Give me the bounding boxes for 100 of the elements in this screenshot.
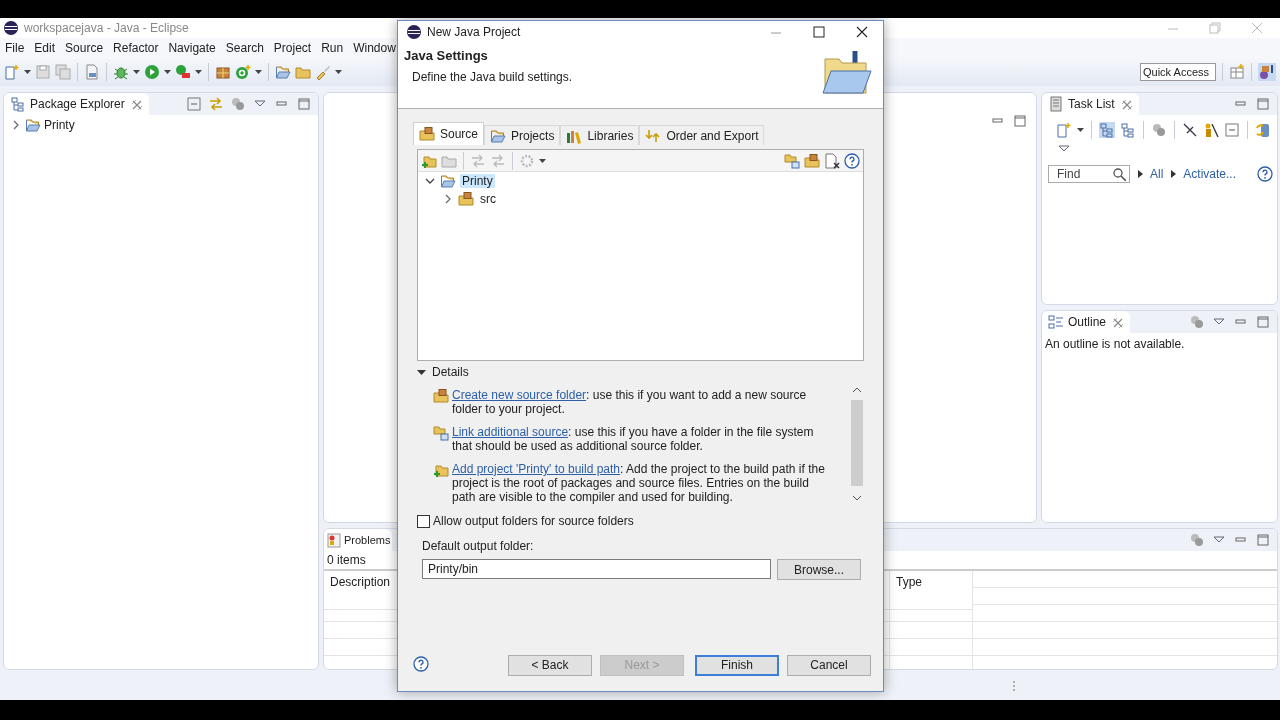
bug-icon[interactable]: [113, 64, 129, 80]
binary-file-icon[interactable]: [84, 64, 100, 80]
folder-icon: [440, 173, 456, 189]
close-icon[interactable]: [855, 25, 869, 39]
search-icon[interactable]: [1112, 167, 1126, 181]
folder-icon: [490, 127, 507, 144]
collapse-all-icon[interactable]: [1224, 122, 1240, 138]
tab[interactable]: Source: [413, 122, 485, 145]
browse-button[interactable]: Browse...: [777, 559, 861, 580]
dialog-button[interactable]: Finish: [695, 654, 779, 676]
details-paragraph: Create new source folder: use this if you want to add a new source folder to your project.: [452, 388, 808, 416]
sync-icon[interactable]: [1255, 122, 1271, 138]
tree-icon[interactable]: [1120, 122, 1136, 138]
collapse-all-icon[interactable]: [186, 96, 202, 112]
package-folder-icon: [458, 191, 474, 207]
filter-icon[interactable]: [230, 96, 246, 112]
tree-item[interactable]: Printy: [460, 174, 495, 188]
link-icon[interactable]: [208, 96, 224, 112]
window-title: workspacejava - Java - Eclipse: [24, 21, 189, 35]
details-paragraph: Link additional source: use this if you have a folder in the file system that should be used as additional source folder.: [452, 425, 815, 453]
arrows-icon: [645, 127, 662, 144]
cross-icon[interactable]: [1182, 122, 1198, 138]
maximize-icon[interactable]: [812, 25, 826, 39]
dialog-button[interactable]: Cancel: [787, 654, 871, 676]
quick-access-field[interactable]: Quick Access: [1140, 63, 1216, 81]
caret-icon[interactable]: [1077, 126, 1084, 134]
help-icon[interactable]: [413, 656, 431, 674]
caret-icon[interactable]: [164, 68, 171, 76]
caret-icon[interactable]: [133, 68, 140, 76]
link[interactable]: Add project 'Printy' to build path: [452, 462, 620, 476]
triangle-icon: [1136, 169, 1144, 179]
menu-item[interactable]: Search: [220, 41, 269, 55]
menu-item[interactable]: Navigate: [163, 41, 221, 55]
dialog-title: New Java Project: [427, 25, 521, 39]
tree-icon[interactable]: [1099, 122, 1115, 138]
caret-icon[interactable]: [539, 156, 546, 165]
field-label: Default output folder:: [422, 539, 535, 553]
folder-icon[interactable]: [275, 64, 291, 80]
maximize-icon[interactable]: [296, 96, 312, 112]
maximize-icon[interactable]: [1255, 314, 1271, 330]
folder-icon: [25, 117, 41, 133]
menu-item[interactable]: Project: [268, 41, 317, 55]
folder-icon: [433, 388, 449, 404]
help-icon[interactable]: [1257, 166, 1273, 182]
package-folder-icon[interactable]: [804, 152, 820, 169]
arrows-icon[interactable]: [490, 152, 506, 169]
resize-handle-icon[interactable]: [1012, 680, 1016, 692]
tab[interactable]: Order and Export: [639, 125, 765, 145]
arrows-icon[interactable]: [470, 152, 486, 169]
outline-icon: [1048, 314, 1064, 330]
package-folder-icon: [419, 126, 435, 142]
filter-icon[interactable]: [1151, 122, 1167, 138]
link[interactable]: Activate...: [1183, 167, 1237, 181]
outline-message: An outline is not available.: [1044, 336, 1186, 353]
dialog-button[interactable]: < Back: [508, 654, 592, 676]
filter-icon[interactable]: [1189, 314, 1205, 330]
folder-icon[interactable]: [295, 64, 311, 80]
caret-icon[interactable]: [24, 68, 31, 76]
menu-item[interactable]: Source: [60, 41, 109, 55]
task-list-icon: [1048, 96, 1064, 112]
menu-item[interactable]: File: [0, 41, 30, 55]
triangle-icon: [1169, 169, 1178, 179]
page-description: Define the Java build settings.: [411, 69, 574, 84]
folder-icon: [433, 462, 449, 478]
run-icon[interactable]: [175, 64, 191, 80]
output-folder-field[interactable]: Printy/bin: [422, 559, 771, 579]
menu-item[interactable]: Window: [348, 41, 401, 55]
package-explorer-icon: [10, 96, 26, 112]
caret-icon[interactable]: [335, 68, 342, 76]
caret-icon[interactable]: [195, 68, 202, 76]
menu-item[interactable]: Edit: [29, 41, 61, 55]
problems-icon: [326, 532, 342, 548]
expand-arrow-icon[interactable]: [417, 367, 426, 377]
remove-icon[interactable]: [824, 152, 840, 169]
package-icon[interactable]: [215, 64, 231, 80]
maximize-icon[interactable]: [1012, 113, 1028, 129]
page-heading: Java Settings: [404, 48, 489, 63]
java-perspective-icon[interactable]: [1258, 63, 1276, 81]
save-all-icon[interactable]: [55, 64, 71, 80]
help-icon[interactable]: [844, 152, 860, 169]
find-field[interactable]: Find: [1048, 165, 1130, 183]
tree-item[interactable]: Printy: [44, 118, 75, 132]
menu-item[interactable]: Refactor: [108, 41, 164, 55]
tree-item[interactable]: src: [478, 192, 498, 206]
section-title[interactable]: Details: [432, 365, 469, 379]
maximize-icon[interactable]: [1255, 532, 1271, 548]
link[interactable]: All: [1150, 167, 1164, 181]
tab[interactable]: Projects: [484, 125, 561, 145]
link-folder-icon[interactable]: [784, 152, 800, 169]
person-icon[interactable]: [1203, 122, 1219, 138]
open-perspective-icon[interactable]: [1229, 64, 1245, 80]
folder-icon: [433, 425, 449, 441]
details-paragraph: Add project 'Printy' to build path: Add the project to the build path if the project is the root of packages and source files. Entries on the build path are visible to the compiler and used for building.: [452, 462, 826, 504]
checkbox[interactable]: [417, 514, 430, 528]
caret-icon[interactable]: [255, 68, 262, 76]
filter-icon[interactable]: [1189, 532, 1205, 548]
tab[interactable]: Libraries: [560, 125, 640, 145]
checkbox-label[interactable]: Allow output folders for source folders: [433, 514, 634, 528]
menu-item[interactable]: Run: [316, 41, 349, 55]
maximize-icon[interactable]: [1255, 96, 1271, 112]
